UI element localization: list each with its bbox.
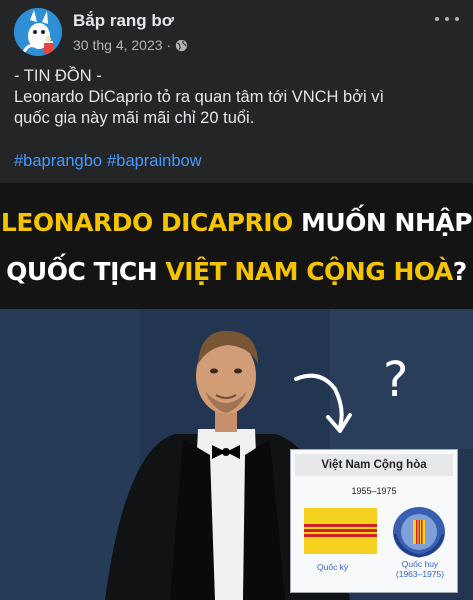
page-name-link[interactable]: Bắp rang bơ — [73, 11, 174, 31]
infobox-title: Việt Nam Cộng hòa — [295, 454, 453, 476]
question-mark-overlay: ? — [383, 352, 409, 408]
emblem-icon — [393, 507, 445, 558]
flag-caption-link: Quốc kỳ — [317, 562, 349, 572]
hashtag-link[interactable]: #baprangbo — [14, 152, 102, 170]
post-text-line: - TIN ĐỒN - — [14, 67, 102, 85]
post-text-line: quốc gia này mãi mãi chỉ 20 tuổi. — [14, 109, 255, 127]
emblem-caption-link: Quốc huy (1963–1975) — [395, 559, 445, 579]
meta-separator: · — [166, 37, 172, 53]
headline-line-2: QUỐC TỊCH VIỆT NAM CỘNG HOÀ? — [6, 257, 467, 286]
infobox-years: 1955–1975 — [351, 486, 397, 496]
post-header: Bắp rang bơ 30 thg 4, 2023 · — [0, 0, 473, 64]
post-meta: 30 thg 4, 2023 · — [73, 37, 188, 53]
avatar-mascot-icon — [14, 8, 62, 56]
wikipedia-infobox: Việt Nam Cộng hòa 1955–1975 Quốc kỳ Quốc… — [290, 449, 458, 593]
image-headline-banner[interactable]: LEONARDO DICAPRIO MUỐN NHẬP QUỐC TỊCH VI… — [0, 183, 473, 309]
south-vietnam-flag-icon — [304, 508, 377, 554]
hashtags: #baprangbo #baprainbow — [14, 152, 207, 171]
headline-line-1: LEONARDO DICAPRIO MUỐN NHẬP — [0, 208, 473, 237]
globe-icon — [176, 39, 188, 51]
more-options-icon[interactable] — [435, 10, 459, 28]
page-avatar[interactable] — [14, 8, 62, 56]
hashtag-link[interactable]: #baprainbow — [107, 152, 202, 170]
post-timestamp[interactable]: 30 thg 4, 2023 — [73, 37, 163, 53]
post-text: - TIN ĐỒN - Leonardo DiCaprio tỏ ra quan… — [14, 66, 454, 129]
post-text-line: Leonardo DiCaprio tỏ ra quan tâm tới VNC… — [14, 88, 385, 106]
